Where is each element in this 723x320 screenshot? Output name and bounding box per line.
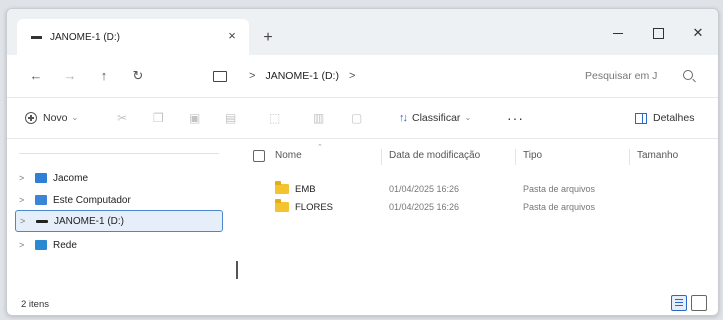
nav-item-label: Rede xyxy=(53,239,77,251)
paste-icon[interactable]: ▣ xyxy=(189,109,200,127)
drive-icon xyxy=(31,35,42,39)
plus-circle-icon xyxy=(25,112,37,124)
chevron-right-icon[interactable]: > xyxy=(20,216,32,226)
item-count: 2 itens xyxy=(21,299,49,310)
column-divider[interactable] xyxy=(381,149,382,165)
file-list: Nome ⌃ Data de modificação Tipo Tamanho … xyxy=(239,139,715,289)
minimize-icon xyxy=(613,32,623,35)
search-box[interactable]: Pesquisar em J xyxy=(575,63,703,89)
refresh-button[interactable]: ↻ xyxy=(127,66,149,86)
details-button[interactable]: Detalhes xyxy=(635,109,694,127)
divider xyxy=(19,153,219,154)
monitor-icon xyxy=(213,70,227,82)
column-header-size[interactable]: Tamanho xyxy=(637,150,678,161)
share-icon[interactable]: ⬚ xyxy=(269,109,280,127)
maximize-button[interactable] xyxy=(643,23,673,43)
address-row: ← → ↑ ↻ > JANOME-1 (D:) > Pesquisar em J xyxy=(7,55,718,98)
column-divider[interactable] xyxy=(629,149,630,165)
breadcrumb-separator-trailing[interactable]: > xyxy=(349,70,355,82)
tiles-view-button[interactable] xyxy=(691,295,707,311)
status-bar: 2 itens xyxy=(7,293,718,315)
file-explorer-window: JANOME-1 (D:) × + ✕ ← → ↑ ↻ > JANOME-1 (… xyxy=(6,8,719,316)
folder-icon xyxy=(275,181,289,194)
details-label: Detalhes xyxy=(653,112,695,124)
maximize-icon xyxy=(652,28,664,40)
sort-label: Classificar xyxy=(412,112,461,124)
chevron-down-icon: ⌄ xyxy=(464,113,472,122)
new-label: Novo xyxy=(43,112,68,124)
delete-icon[interactable]: ▥ xyxy=(313,109,324,127)
sort-button[interactable]: ↑↓ Classificar ⌄ xyxy=(399,109,471,127)
navigation-pane: > Jacome > Este Computador > JANOME-1 (D… xyxy=(7,139,233,289)
tab-title: JANOME-1 (D:) xyxy=(50,31,120,43)
up-button[interactable]: ↑ xyxy=(93,66,115,86)
column-headers: Nome ⌃ Data de modificação Tipo Tamanho xyxy=(239,144,715,167)
file-date: 01/04/2025 16:26 xyxy=(389,184,460,194)
search-icon xyxy=(683,70,693,80)
pane-splitter[interactable] xyxy=(236,261,238,279)
details-view-button[interactable] xyxy=(671,295,687,311)
minimize-button[interactable] xyxy=(603,23,633,43)
close-window-button[interactable]: ✕ xyxy=(683,23,713,43)
drive-icon xyxy=(36,219,48,223)
nav-item-label: JANOME-1 (D:) xyxy=(54,215,124,227)
breadcrumb-drive[interactable]: JANOME-1 (D:) xyxy=(265,70,339,82)
rename-icon[interactable]: ▤ xyxy=(225,109,236,127)
folder-icon xyxy=(275,199,289,212)
column-header-date[interactable]: Data de modificação xyxy=(389,150,480,161)
tab-close-icon[interactable]: × xyxy=(225,29,239,43)
breadcrumb-separator[interactable]: > xyxy=(249,70,255,82)
forward-button[interactable]: → xyxy=(59,66,81,86)
tab-drive[interactable]: JANOME-1 (D:) × xyxy=(17,19,249,55)
back-button[interactable]: ← xyxy=(25,66,47,86)
user-folder-icon xyxy=(35,173,47,183)
file-type: Pasta de arquivos xyxy=(523,184,596,194)
column-header-name[interactable]: Nome xyxy=(275,150,302,161)
nav-item-drive[interactable]: > JANOME-1 (D:) xyxy=(15,210,223,232)
properties-icon[interactable]: ▢ xyxy=(351,109,362,127)
computer-icon xyxy=(35,195,47,205)
chevron-right-icon[interactable]: > xyxy=(19,173,31,183)
address-bar[interactable]: > JANOME-1 (D:) > xyxy=(213,63,573,89)
chevron-right-icon[interactable]: > xyxy=(19,240,31,250)
command-bar: Novo ⌄ ✂ ❐ ▣ ▤ ⬚ ▥ ▢ ↑↓ Classificar ⌄ ··… xyxy=(7,98,718,139)
nav-item-jacome[interactable]: > Jacome xyxy=(15,167,221,189)
cut-icon[interactable]: ✂ xyxy=(117,109,127,127)
table-row[interactable]: EMB 01/04/2025 16:26 Pasta de arquivos xyxy=(239,181,715,199)
file-name: EMB xyxy=(295,184,316,195)
sort-icon: ↑↓ xyxy=(399,112,408,124)
column-divider[interactable] xyxy=(515,149,516,165)
nav-item-label: Jacome xyxy=(53,172,89,184)
nav-item-label: Este Computador xyxy=(53,194,131,206)
search-input[interactable]: Pesquisar em J xyxy=(585,70,657,82)
new-tab-button[interactable]: + xyxy=(259,29,277,47)
file-name: FLORES xyxy=(295,202,334,213)
new-button[interactable]: Novo ⌄ xyxy=(25,109,78,127)
copy-icon[interactable]: ❐ xyxy=(153,109,164,127)
title-bar: JANOME-1 (D:) × + ✕ xyxy=(7,9,718,55)
chevron-down-icon: ⌄ xyxy=(71,113,79,122)
network-icon xyxy=(35,240,47,250)
sort-indicator-icon: ⌃ xyxy=(317,144,323,151)
nav-item-network[interactable]: > Rede xyxy=(15,234,221,256)
table-row[interactable]: FLORES 01/04/2025 16:26 Pasta de arquivo… xyxy=(239,199,715,217)
nav-item-this-pc[interactable]: > Este Computador xyxy=(15,189,221,211)
more-options-button[interactable]: ··· xyxy=(507,109,524,127)
file-type: Pasta de arquivos xyxy=(523,202,596,212)
chevron-right-icon[interactable]: > xyxy=(19,195,31,205)
details-pane-icon xyxy=(635,112,647,124)
column-header-type[interactable]: Tipo xyxy=(523,150,542,161)
file-date: 01/04/2025 16:26 xyxy=(389,202,460,212)
select-all-checkbox[interactable] xyxy=(253,150,265,162)
